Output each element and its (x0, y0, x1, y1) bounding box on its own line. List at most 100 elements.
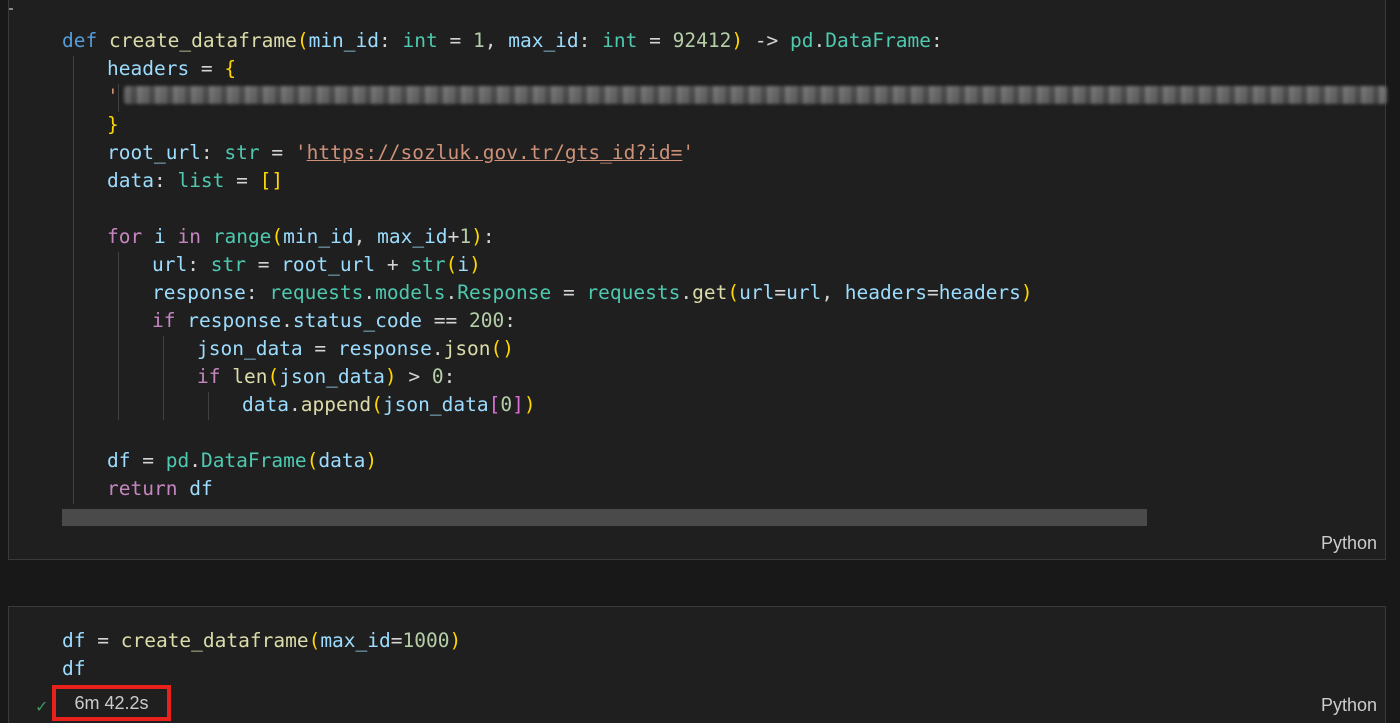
bracket: [ (488, 393, 501, 416)
function-name: create_dataframe (108, 29, 297, 52)
keyword: in (177, 225, 201, 248)
op: = (926, 281, 939, 304)
variable: response (187, 309, 282, 332)
variable: data (107, 169, 154, 192)
code-cell-1[interactable]: def create_dataframe(min_id: int = 1, ma… (8, 0, 1387, 560)
punct: : (153, 169, 178, 192)
code-line-7: for i in range(min_id, max_id+1): (107, 223, 495, 251)
indent-guide (73, 56, 74, 504)
variable: data (318, 449, 366, 472)
op: + (447, 225, 460, 248)
variable: df (62, 629, 86, 652)
variable: i (457, 253, 470, 276)
paren: ( (308, 629, 321, 652)
string: ' (294, 141, 307, 164)
type: DataFrame (200, 449, 307, 472)
variable: json_data (279, 365, 385, 388)
horizontal-scrollbar[interactable] (62, 509, 1147, 526)
number: 1 (472, 29, 485, 52)
op: = (637, 29, 673, 52)
op: == (422, 309, 470, 332)
punct: . (189, 449, 201, 472)
keyword: if (197, 365, 221, 388)
code-line-11: json_data = response.json() (197, 335, 514, 363)
op: = (774, 281, 787, 304)
punct: : (482, 225, 495, 248)
number: 200 (469, 309, 505, 332)
function-call: len (232, 365, 268, 388)
op: = (224, 169, 260, 192)
function-call: get (692, 281, 728, 304)
variable: json_data (382, 393, 489, 416)
brackets: [] (259, 169, 284, 192)
type: Response (457, 281, 552, 304)
cell-collapse-marker[interactable] (9, 8, 13, 10)
kwarg: max_id (320, 629, 391, 652)
code-line-6: data: list = [] (107, 167, 283, 195)
bracket: ] (512, 393, 524, 416)
punct: , (353, 225, 378, 248)
type: str (224, 141, 260, 164)
variable: data (242, 393, 289, 416)
keyword: def (62, 29, 98, 52)
module: requests (269, 281, 364, 304)
op: + (375, 253, 411, 276)
attribute: status_code (292, 309, 423, 332)
variable: df (189, 477, 213, 500)
code-line-3: ' (107, 83, 119, 111)
type: DataFrame (825, 29, 931, 52)
paren: ( (271, 225, 284, 248)
code-line-4: } (107, 111, 119, 139)
punct: . (813, 29, 826, 52)
punct: : (578, 29, 603, 52)
punct: . (281, 309, 293, 332)
paren: ) (365, 449, 378, 472)
code-line-12: if len(json_data) > 0: (197, 363, 455, 391)
paren: ) (1020, 281, 1033, 304)
paren: ( (445, 253, 458, 276)
paren: ( (371, 393, 383, 416)
op: = (302, 337, 338, 360)
punct: : (443, 365, 456, 388)
code-line-1: def create_dataframe(min_id: int = 1, ma… (62, 27, 943, 55)
type: list (177, 169, 225, 192)
cell-language-label[interactable]: Python (1321, 695, 1377, 716)
cell-language-label[interactable]: Python (1321, 533, 1377, 554)
punct: . (431, 337, 444, 360)
keyword: if (152, 309, 176, 332)
variable: headers (938, 281, 1021, 304)
variable: json_data (197, 337, 303, 360)
op: = (437, 29, 473, 52)
builtin: str (410, 253, 446, 276)
op: = (189, 57, 225, 80)
module: pd (790, 29, 814, 52)
brace: { (224, 57, 237, 80)
code-cell-2[interactable]: df = create_dataframe(max_id=1000) df ✓ … (8, 606, 1386, 723)
paren: ) (449, 629, 462, 652)
variable: root_url (281, 253, 376, 276)
punct: : (187, 253, 211, 276)
op: -> (743, 29, 791, 52)
op: = (390, 629, 403, 652)
code-line-13: data.append(json_data[0]) (242, 391, 536, 419)
kwarg: url (739, 281, 775, 304)
module: models (375, 281, 446, 304)
url-link[interactable]: https://sozluk.gov.tr/gts_id?id= (307, 141, 683, 164)
code-line-8: url: str = root_url + str(i) (152, 251, 481, 279)
code-line-15: return df (107, 475, 213, 503)
punct: , (821, 281, 845, 304)
number: 1000 (402, 629, 450, 652)
type: int (602, 29, 638, 52)
variable: response (152, 281, 246, 304)
module: pd (165, 449, 190, 472)
function-call: json (443, 337, 491, 360)
number: 92412 (672, 29, 732, 52)
punct: : (200, 141, 225, 164)
number: 0 (431, 365, 444, 388)
variable: url (786, 281, 822, 304)
builtin: range (212, 225, 272, 248)
punct: . (363, 281, 376, 304)
variable: df (107, 449, 131, 472)
